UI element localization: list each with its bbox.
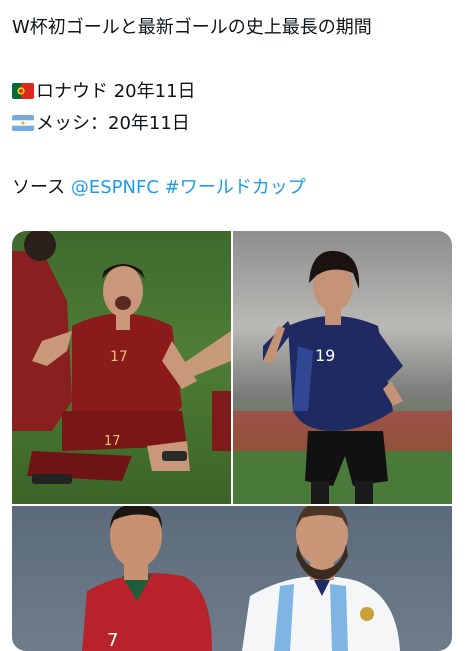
source-label: ソース bbox=[12, 177, 66, 198]
ronaldo-messi-portrait-photo[interactable]: 7 bbox=[12, 506, 452, 651]
ronaldo-stat-text: ロナウド 20年11日 bbox=[36, 81, 196, 102]
espnfc-mention-link[interactable]: @ESPNFC bbox=[71, 177, 159, 198]
ronaldo-stat-line: ロナウド 20年11日 bbox=[12, 80, 196, 104]
messi-stat-line: メッシ：20年11日 bbox=[12, 112, 190, 136]
svg-text:7: 7 bbox=[107, 630, 118, 651]
messi-jersey-number: 19 bbox=[315, 346, 335, 365]
portugal-flag-icon bbox=[12, 83, 34, 99]
tweet-title: W杯初ゴールと最新ゴールの史上最長の期間 bbox=[12, 17, 372, 38]
ronaldo-jersey-number: 17 bbox=[110, 349, 128, 365]
source-line: ソース @ESPNFC #ワールドカップ bbox=[12, 176, 306, 200]
worldcup-hashtag-link[interactable]: #ワールドカップ bbox=[165, 177, 306, 198]
svg-text:17: 17 bbox=[104, 434, 121, 449]
ronaldo-celebration-photo[interactable]: 17 17 bbox=[12, 231, 231, 504]
media-grid[interactable]: 17 17 19 7 bbox=[12, 231, 452, 651]
messi-celebration-photo[interactable]: 19 bbox=[233, 231, 452, 504]
argentina-flag-icon bbox=[12, 115, 34, 131]
messi-stat-text: メッシ：20年11日 bbox=[36, 113, 190, 134]
